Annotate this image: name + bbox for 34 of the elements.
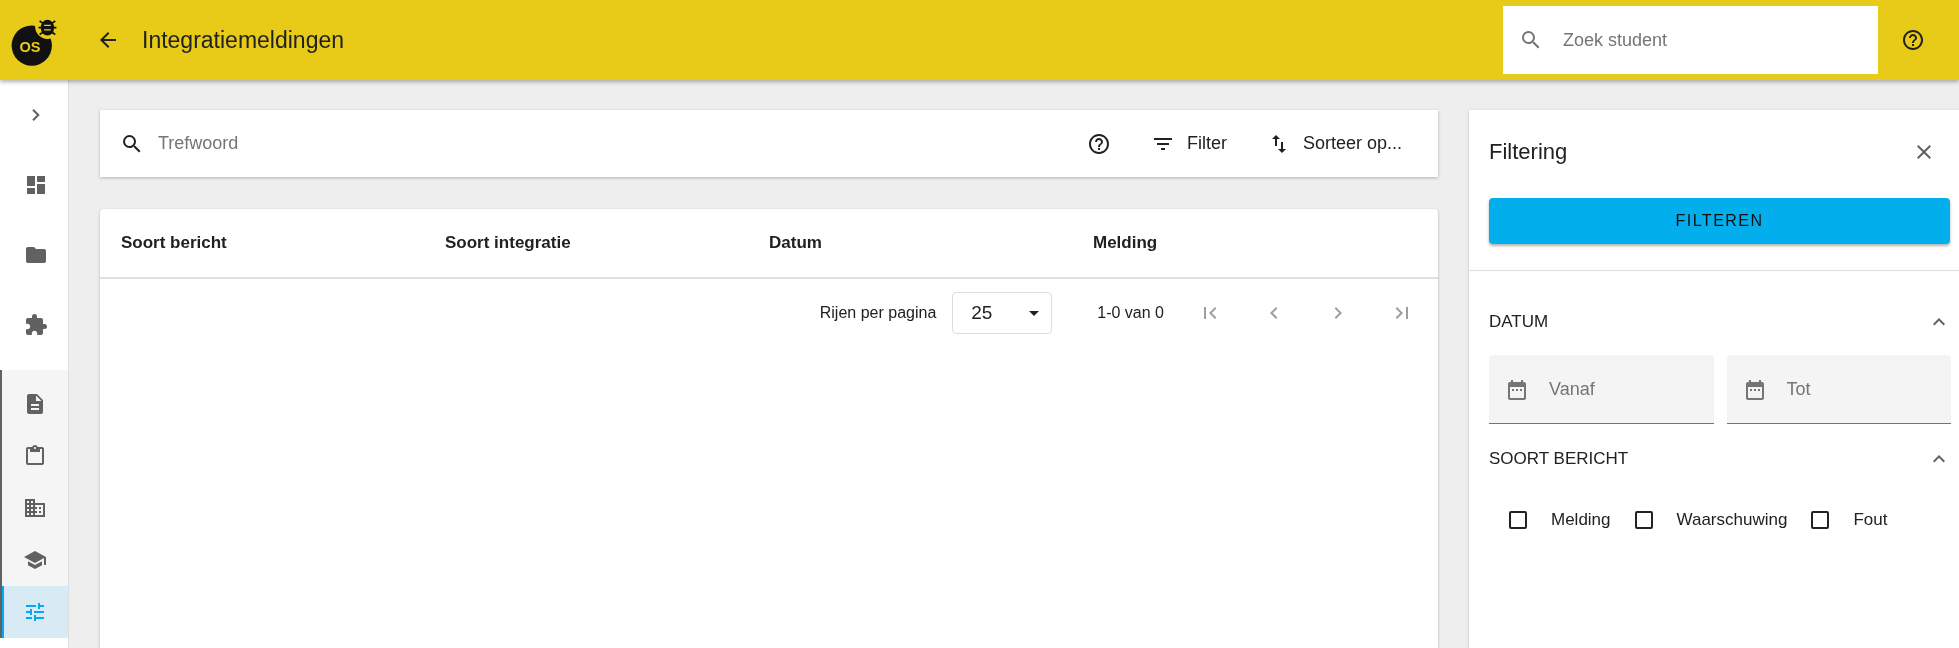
help-icon xyxy=(1901,28,1925,52)
column-header[interactable]: Soort integratie xyxy=(445,233,769,253)
clipboard-icon xyxy=(23,444,47,468)
help-icon xyxy=(1086,131,1111,156)
checkbox[interactable] xyxy=(1634,511,1653,529)
sliders-icon xyxy=(23,600,47,624)
filter-apply-button[interactable]: FILTEREN xyxy=(1489,198,1950,244)
checkbox[interactable] xyxy=(1509,511,1527,529)
page-range: 1-0 van 0 xyxy=(1097,304,1164,322)
section-title: SOORT BERICHT xyxy=(1489,449,1629,469)
chevron-right-icon xyxy=(31,109,40,121)
checkbox[interactable] xyxy=(1811,511,1830,529)
building-icon xyxy=(23,496,47,520)
checkbox-label[interactable]: Fout xyxy=(1853,510,1888,530)
checkbox-label[interactable]: Waarschuwing xyxy=(1676,510,1788,530)
rows-per-page-label: Rijen per pagina xyxy=(819,304,937,322)
puzzle-icon xyxy=(23,313,48,337)
student-search-field[interactable]: Zoek student xyxy=(1503,6,1878,74)
dropdown-caret-icon xyxy=(1029,310,1040,316)
panel-title: Filtering xyxy=(1489,139,1568,165)
section-title: DATUM xyxy=(1489,312,1549,332)
date-field[interactable]: Vanaf xyxy=(1489,355,1714,424)
column-header[interactable]: Melding xyxy=(1093,233,1417,253)
sort-button[interactable]: Sorteer op... xyxy=(1246,123,1422,164)
rows-per-page-select[interactable]: 25 xyxy=(952,292,1053,334)
filter-button[interactable]: Filter xyxy=(1130,123,1247,164)
date-field[interactable]: Tot xyxy=(1726,355,1951,424)
graduation-cap-icon xyxy=(23,548,47,572)
page-title: Integratiemeldingen xyxy=(142,26,346,54)
checkbox-label[interactable]: Melding xyxy=(1551,510,1611,530)
column-header[interactable]: Datum xyxy=(769,233,1093,253)
calendar-icon xyxy=(1505,377,1529,402)
keyword-field[interactable]: Trefwoord xyxy=(156,132,1067,155)
column-header[interactable]: Soort bericht xyxy=(121,233,445,253)
